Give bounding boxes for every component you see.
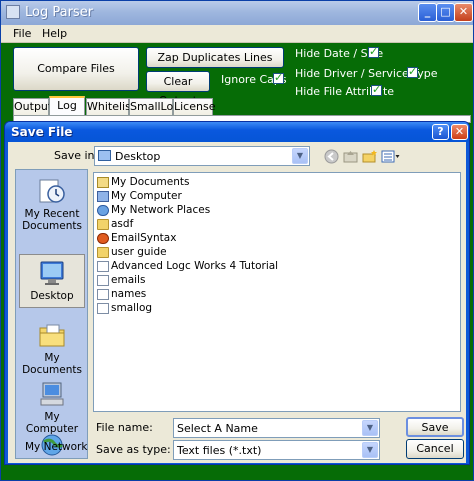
- cancel-button[interactable]: Cancel: [406, 439, 464, 459]
- chevron-down-icon[interactable]: ▼: [292, 148, 308, 164]
- file-name: names: [111, 288, 147, 300]
- computer-icon: [97, 191, 109, 202]
- file-name: Advanced Logc Works 4 Tutorial: [111, 260, 279, 272]
- chevron-down-icon[interactable]: ▼: [362, 442, 378, 458]
- hide-driver-service-type-checkbox[interactable]: [407, 65, 418, 78]
- folder-icon: [97, 247, 109, 258]
- email-icon: [97, 233, 109, 244]
- my-documents-place-icon: [39, 324, 65, 347]
- close-icon[interactable]: ✕: [454, 3, 473, 22]
- file-name: EmailSyntax: [111, 232, 177, 244]
- dialog-title-bar[interactable]: Save File ? ✕: [5, 122, 469, 142]
- recent-documents-icon: [39, 179, 65, 203]
- folder-icon: [97, 219, 109, 230]
- hide-date-size-checkbox[interactable]: [368, 45, 379, 58]
- clear-output-button[interactable]: Clear Output: [146, 71, 210, 107]
- place-label-recent: My Recent Documents: [22, 208, 82, 232]
- new-folder-icon[interactable]: [362, 149, 377, 164]
- maximize-icon[interactable]: □: [436, 3, 455, 22]
- place-my-computer[interactable]: My Computer: [19, 381, 85, 435]
- help-icon[interactable]: ?: [432, 124, 449, 140]
- places-bar: My Recent Documents Desktop My Documents: [15, 169, 88, 459]
- file-name: emails: [111, 274, 146, 286]
- file-name: My Computer: [111, 190, 182, 202]
- menu-bar: File Help: [1, 25, 473, 43]
- tab-smalllog[interactable]: SmallLog: [129, 98, 180, 115]
- file-name: smallog: [111, 302, 153, 314]
- zap-duplicates-button[interactable]: Zap Duplicates Lines: [146, 47, 284, 68]
- place-label-my-computer: My Computer: [25, 411, 79, 435]
- file-name: My Network Places: [111, 204, 211, 216]
- save-button[interactable]: Save: [406, 417, 464, 437]
- main-title-bar[interactable]: Log Parser _ □ ✕: [1, 1, 473, 25]
- chevron-down-icon[interactable]: ▼: [362, 420, 378, 436]
- file-name: My Documents: [111, 176, 190, 188]
- my-documents-icon: [97, 177, 109, 188]
- place-label-my-documents: My Documents: [22, 352, 82, 376]
- document-icon: [97, 303, 109, 314]
- file-name-label: File name:: [96, 421, 153, 434]
- file-name-value: Select A Name: [177, 422, 258, 435]
- file-name: user guide: [111, 246, 167, 258]
- file-list: My Documents My Computer My Network Plac…: [93, 172, 461, 412]
- save-in-select[interactable]: Desktop ▼: [94, 146, 310, 166]
- place-desktop[interactable]: Desktop: [19, 254, 85, 308]
- place-recent-documents[interactable]: My Recent Documents: [19, 178, 85, 232]
- save-as-type-label: Save as type:: [96, 443, 171, 456]
- file-name: asdf: [111, 218, 134, 230]
- network-icon: [97, 205, 109, 216]
- minimize-icon[interactable]: _: [418, 3, 437, 22]
- dialog-body: Save in: Desktop ▼ My Recent Documents D…: [8, 142, 466, 463]
- ignore-caps-checkbox[interactable]: [273, 71, 284, 84]
- hide-file-attribute-checkbox[interactable]: [371, 83, 382, 96]
- place-label-desktop: Desktop: [30, 290, 74, 302]
- save-as-type-value: Text files (*.txt): [177, 444, 262, 457]
- menu-file[interactable]: File: [13, 27, 31, 40]
- tab-output[interactable]: Output: [13, 98, 52, 115]
- main-window-title: Log Parser: [25, 5, 94, 20]
- dialog-close-icon[interactable]: ✕: [451, 124, 468, 140]
- app-icon: [6, 5, 20, 19]
- tab-license[interactable]: License: [173, 98, 215, 115]
- my-computer-place-icon: [40, 382, 64, 406]
- tab-log[interactable]: Log: [49, 96, 85, 116]
- place-label-my-network: My Network: [25, 441, 88, 453]
- document-icon: [97, 261, 109, 272]
- back-icon[interactable]: [324, 149, 339, 164]
- save-file-dialog: Save File ? ✕ Save in: Desktop ▼ My Rece…: [4, 121, 470, 465]
- view-menu-icon[interactable]: [381, 149, 401, 164]
- compare-files-button[interactable]: Compare Files: [13, 47, 139, 91]
- document-icon: [97, 275, 109, 286]
- tab-whitelist[interactable]: Whitelist: [86, 98, 135, 115]
- file-name-combo[interactable]: Select A Name ▼: [173, 418, 380, 438]
- document-icon: [97, 289, 109, 300]
- dialog-title: Save File: [11, 125, 73, 139]
- desktop-icon: [98, 150, 111, 161]
- desktop-place-icon: [40, 261, 64, 285]
- menu-help[interactable]: Help: [42, 27, 67, 40]
- place-my-documents[interactable]: My Documents: [19, 322, 85, 376]
- save-as-type-select[interactable]: Text files (*.txt) ▼: [173, 440, 380, 460]
- save-in-value: Desktop: [115, 150, 161, 163]
- save-in-label: Save in:: [54, 149, 99, 162]
- up-folder-icon[interactable]: [343, 149, 358, 164]
